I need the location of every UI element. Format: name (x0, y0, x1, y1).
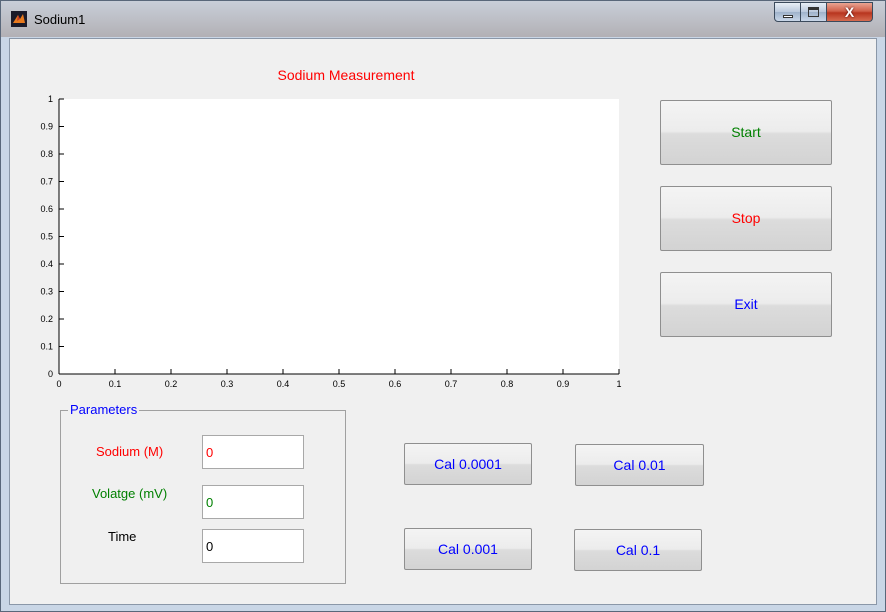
close-button[interactable]: X (827, 2, 873, 22)
cal-0-0001-button-label: Cal 0.0001 (434, 456, 502, 472)
figure-client-area: Sodium Measurement 0 0.1 0.2 0.3 0.4 0.5 0.6 0.… (9, 38, 877, 605)
x-tick-label: 0.6 (389, 379, 402, 389)
cal-0-1-button[interactable]: Cal 0.1 (574, 529, 702, 571)
voltage-field[interactable]: 0 (202, 485, 304, 519)
window-controls: X (774, 2, 873, 22)
cal-0-001-button[interactable]: Cal 0.001 (404, 528, 532, 570)
maximize-button[interactable] (801, 2, 827, 22)
y-tick-label: 0.8 (40, 149, 53, 159)
time-label: Time (108, 529, 137, 544)
close-icon: X (844, 4, 855, 20)
parameters-panel-title: Parameters (68, 402, 140, 417)
y-tick-label: 0.6 (40, 204, 53, 214)
y-tick-label: 0.7 (40, 177, 53, 187)
y-tick-label: 0.1 (40, 342, 53, 352)
app-window: Sodium1 X Sodium Measurement 0 0.1 0.2 0.3 0… (0, 0, 886, 612)
y-tick-label: 0.3 (40, 287, 53, 297)
start-button[interactable]: Start (660, 100, 832, 165)
x-tick-label: 0.4 (277, 379, 290, 389)
x-tick-label: 0 (56, 379, 61, 389)
cal-0-1-button-label: Cal 0.1 (615, 542, 661, 558)
y-tick-label: 0.9 (40, 122, 53, 132)
cal-0-001-button-label: Cal 0.001 (438, 541, 498, 557)
y-tick-label: 0 (48, 369, 53, 379)
stop-button[interactable]: Stop (660, 186, 832, 251)
start-button-label: Start (731, 124, 761, 140)
x-tick-label: 0.7 (445, 379, 458, 389)
maximize-icon (808, 7, 819, 17)
sodium-label: Sodium (M) (96, 444, 164, 459)
exit-button-label: Exit (734, 296, 758, 312)
exit-button[interactable]: Exit (660, 272, 832, 337)
x-tick-label: 1 (616, 379, 621, 389)
time-field[interactable]: 0 (202, 529, 304, 563)
y-tick-label: 0.2 (40, 314, 53, 324)
x-tick-label: 0.8 (501, 379, 514, 389)
cal-0-0001-button[interactable]: Cal 0.0001 (404, 443, 532, 485)
y-tick-label: 0.4 (40, 259, 53, 269)
cal-0-01-button[interactable]: Cal 0.01 (575, 444, 704, 486)
x-tick-label: 0.2 (165, 379, 178, 389)
y-tick-label: 1 (48, 94, 53, 104)
sodium-field[interactable]: 0 (202, 435, 304, 469)
x-tick-label: 0.3 (221, 379, 234, 389)
title-bar[interactable]: Sodium1 X (1, 1, 885, 37)
x-tick-label: 0.9 (557, 379, 570, 389)
plot-area (59, 99, 619, 374)
cal-0-01-button-label: Cal 0.01 (613, 457, 666, 473)
x-tick-label: 0.1 (109, 379, 122, 389)
stop-button-label: Stop (731, 210, 761, 226)
voltage-label: Volatge (mV) (92, 486, 168, 501)
minimize-button[interactable] (774, 2, 801, 22)
x-tick-label: 0.5 (333, 379, 346, 389)
y-tick-label: 0.5 (40, 232, 53, 242)
window-title: Sodium1 (34, 12, 86, 27)
matlab-icon (11, 11, 27, 27)
minimize-icon (783, 15, 793, 18)
